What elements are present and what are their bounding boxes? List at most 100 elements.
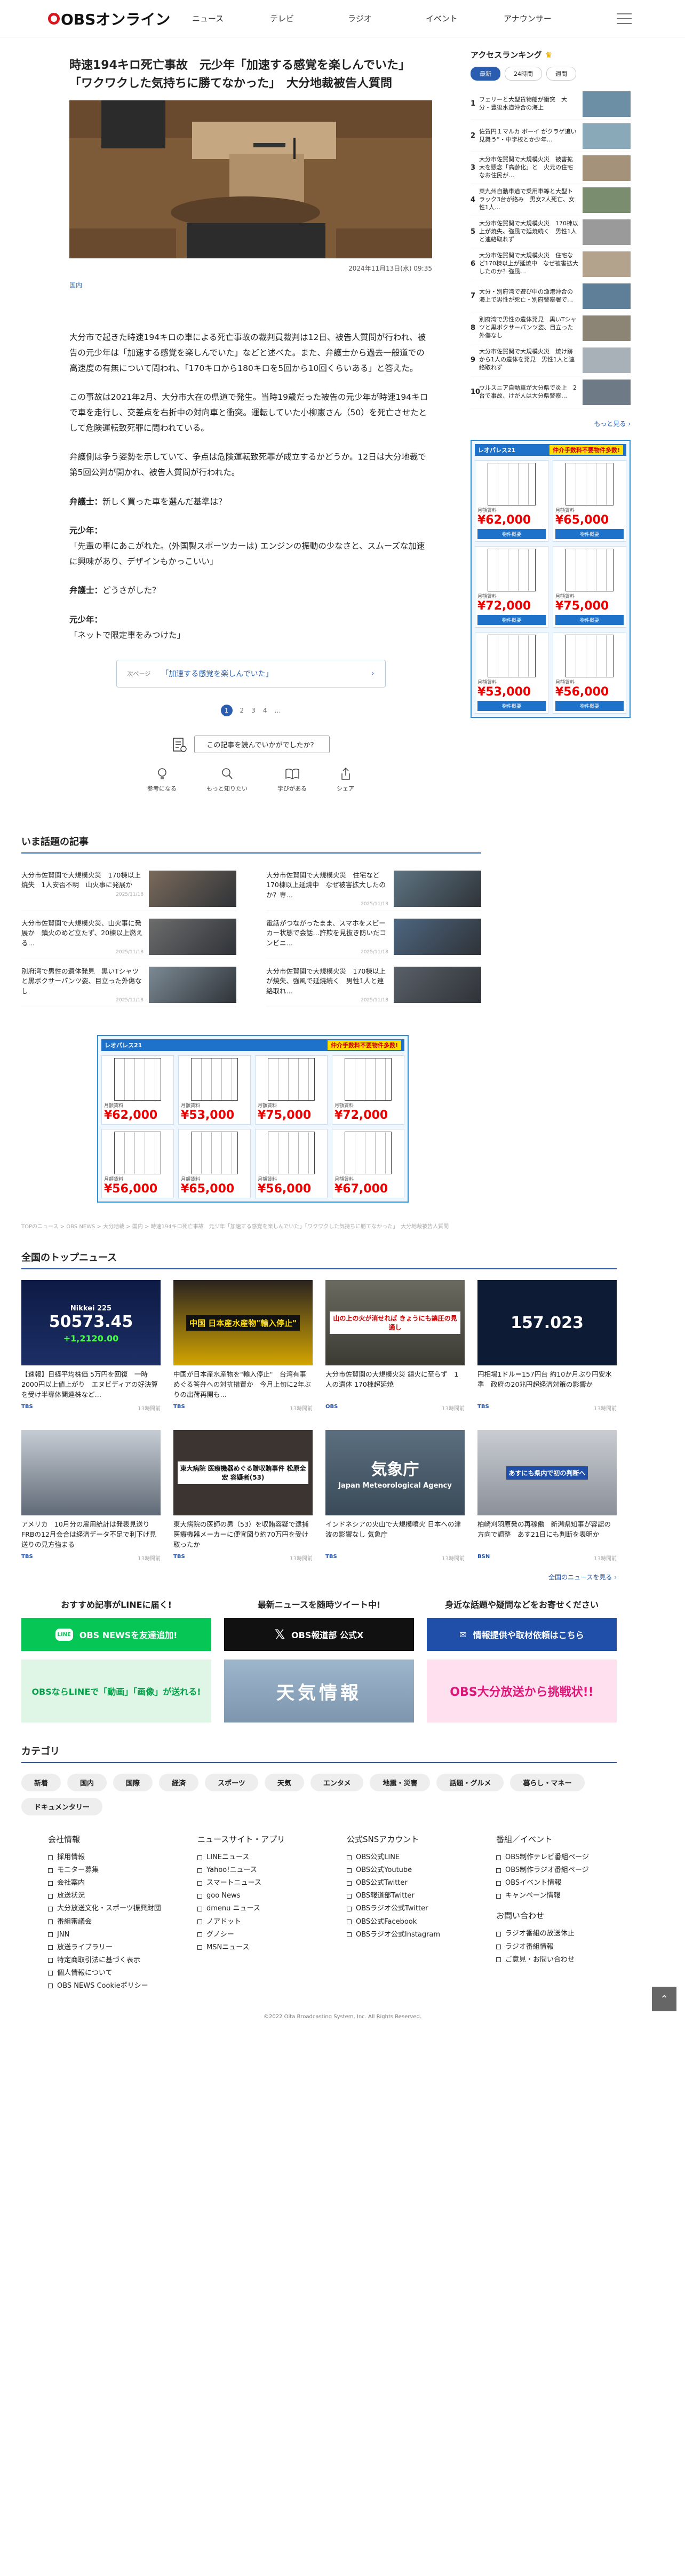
survey-button[interactable]: この記事を読んでいかがでしたか？ — [194, 736, 330, 754]
footer-link[interactable]: ラジオ番組の放送休止 — [496, 1927, 646, 1940]
top-news-card[interactable]: 山の上の火が消せれば きょうにも鎮圧の見通し 大分市佐賀関の大規模火災 鎮火に至ら… — [325, 1280, 465, 1412]
footer-link[interactable]: OBS制作ラジオ番組ページ — [496, 1864, 646, 1877]
category-chip[interactable]: ドキュメンタリー — [21, 1798, 103, 1816]
reaction-helpful[interactable]: 参考になる — [147, 767, 177, 793]
footer-link[interactable]: モニター募集 — [48, 1864, 197, 1877]
footer-link[interactable]: OBSラジオ公式Twitter — [347, 1902, 496, 1915]
footer-link[interactable]: ラジオ番組情報 — [496, 1941, 646, 1954]
footer-link[interactable]: 個人情報について — [48, 1967, 197, 1980]
next-page-link[interactable]: 次ページ 「加速する感覚を楽しんでいた」 › — [116, 660, 386, 688]
hot-topic-item[interactable]: 大分市佐賀関で大規模火災 170棟以上が焼失、強風で延焼続く 男性1人と連絡取れ… — [266, 959, 481, 1008]
category-chip[interactable]: 経済 — [159, 1774, 199, 1792]
footer-link[interactable]: キャンペーン情報 — [496, 1890, 646, 1902]
page-2[interactable]: 2 — [240, 707, 244, 714]
footer-link[interactable]: OBSイベント情報 — [496, 1877, 646, 1890]
category-chip[interactable]: 話題・グルメ — [436, 1774, 504, 1792]
footer-link[interactable]: goo News — [197, 1890, 347, 1902]
category-chip[interactable]: 国内 — [67, 1774, 107, 1792]
ranking-item[interactable]: 2 佐賀円１マルカ ボーイ がクラゲ追い見舞う”・中学校とか少年… — [471, 120, 631, 152]
footer-link[interactable]: ご意見・お問い合わせ — [496, 1954, 646, 1966]
hot-topic-item[interactable]: 大分市佐賀関で大規模火災、山火事に発展か 鎮火のめど立たず、20棟以上燃える… 2… — [21, 911, 236, 960]
top-news-card[interactable]: アメリカ 10月分の雇用統計は発表見送り FRBの12月会合は経済データ不足で利… — [21, 1430, 161, 1562]
page-1[interactable]: 1 — [220, 705, 233, 717]
ranking-item[interactable]: 4 東九州自動車道で乗用車等と大型トラック3台が絡み 男女2人死亡、女性1人… — [471, 184, 631, 216]
ranking-tab-24h[interactable]: 24時間 — [505, 67, 542, 81]
ad-detail-button[interactable]: 物件概要 — [555, 529, 624, 539]
weather-banner[interactable]: 天気情報 — [224, 1660, 414, 1723]
footer-link[interactable]: OBS NEWS Cookieポリシー — [48, 1980, 197, 1993]
footer-link[interactable]: MSNニュース — [197, 1941, 347, 1954]
ad-main[interactable]: レオパレス21 仲介手数料不要物件多数! 月額賃料 ¥62,000 月額賃料 ¥53,0… — [97, 1035, 409, 1203]
top-news-card[interactable]: Nikkei 225 50573.45 +1,2120.00 【速報】日経平均株価 5… — [21, 1280, 161, 1412]
x-follow-button[interactable]: 𝕏 OBS報道部 公式X — [224, 1618, 414, 1652]
hot-topic-item[interactable]: 電話がつながったまま、スマホをスピーカー状態で会話…許欺を見抜き防いだコンビニ…… — [266, 911, 481, 960]
ad-property-card[interactable]: 月額賃料 ¥65,000 — [178, 1129, 251, 1199]
category-chip[interactable]: スポーツ — [205, 1774, 258, 1792]
top-news-card[interactable]: 中国 日本産水産物"輸入停止" 中国が日本産水産物を"輸入停止" 台湾有事めぐる答… — [173, 1280, 313, 1412]
nav-announcer[interactable]: アナウンサー — [504, 13, 582, 24]
top-news-more-link[interactable]: 全国のニュースを見る › — [21, 1573, 617, 1582]
footer-link[interactable]: OBS公式Facebook — [347, 1916, 496, 1929]
reaction-learn[interactable]: 学びがある — [277, 767, 307, 793]
footer-link[interactable]: 採用情報 — [48, 1851, 197, 1864]
ad-property-card[interactable]: 月額賃料 ¥56,000 — [255, 1129, 328, 1199]
ad-detail-button[interactable]: 物件概要 — [477, 529, 546, 539]
ad-property-card[interactable]: 月額賃料 ¥75,000 物件概要 — [553, 546, 626, 628]
ad-property-card[interactable]: 月額賃料 ¥56,000 物件概要 — [553, 632, 626, 714]
ranking-tab-week[interactable]: 週間 — [546, 67, 576, 81]
ad-detail-button[interactable]: 物件概要 — [555, 701, 624, 711]
ad-property-card[interactable]: 月額賃料 ¥65,000 物件概要 — [553, 460, 626, 542]
footer-link[interactable]: JNN — [48, 1929, 197, 1941]
footer-link[interactable]: スマートニュース — [197, 1877, 347, 1890]
ad-property-card[interactable]: 月額賃料 ¥72,000 物件概要 — [475, 546, 548, 628]
category-chip[interactable]: エンタメ — [310, 1774, 364, 1792]
ad-side[interactable]: レオパレス21 仲介手数料不要物件多数! 月額賃料 ¥62,000 物件概要 月額賃料 ¥… — [471, 440, 631, 718]
top-news-card[interactable]: 157.023 円相場1ドル＝157円台 約10か月ぶり円安水準 政府の20兆円超… — [477, 1280, 617, 1412]
ad-detail-button[interactable]: 物件概要 — [477, 615, 546, 625]
top-news-card[interactable]: 気象庁 Japan Meteorological Agency インドネシアの火山で… — [325, 1430, 465, 1562]
ranking-item[interactable]: 1 フェリーと大型貨物船が衝突 大分・豊後水道沖合の海上 — [471, 88, 631, 120]
hot-topic-item[interactable]: 大分市佐賀関で大規模火災 住宅など170棟以上延焼中 なぜ被害拡大したのか？専…… — [266, 863, 481, 912]
ad-detail-button[interactable]: 物件概要 — [477, 701, 546, 711]
footer-link[interactable]: OBS制作テレビ番組ページ — [496, 1851, 646, 1864]
ranking-tab-latest[interactable]: 最新 — [471, 67, 500, 81]
footer-link[interactable]: 会社案内 — [48, 1877, 197, 1890]
challenge-banner[interactable]: OBS大分放送から挑戦状!! — [427, 1660, 617, 1723]
category-chip[interactable]: 暮らし・マネー — [510, 1774, 585, 1792]
footer-link[interactable]: LINEニュース — [197, 1851, 347, 1864]
footer-link[interactable]: 放送状況 — [48, 1890, 197, 1902]
article-category-link[interactable]: 国内 — [69, 280, 82, 289]
nav-tv[interactable]: テレビ — [270, 13, 348, 24]
hot-topic-item[interactable]: 別府湾で男性の遺体発見 黒いTシャツと黒ボクサーパンツ姿、目立った外傷なし 202… — [21, 959, 236, 1008]
menu-hamburger-icon[interactable] — [617, 13, 632, 24]
footer-link[interactable]: 大分放送文化・スポーツ振興財団 — [48, 1902, 197, 1915]
footer-link[interactable]: dmenu ニュース — [197, 1902, 347, 1915]
footer-link[interactable]: 番組審議会 — [48, 1916, 197, 1929]
scroll-top-button[interactable]: ⌃ — [652, 1987, 676, 2011]
footer-link[interactable]: OBS報道部Twitter — [347, 1890, 496, 1902]
ad-property-card[interactable]: 月額賃料 ¥53,000 物件概要 — [475, 632, 548, 714]
ranking-item[interactable]: 7 大分・別府湾で遊び中の漁港沖合の海上で男性が死亡・別府警察署で… — [471, 280, 631, 312]
ad-property-card[interactable]: 月額賃料 ¥62,000 — [101, 1055, 174, 1125]
top-news-card[interactable]: 東大病院 医療機器めぐる贈収賄事件 松原全宏 容疑者(53) 東大病院の医師の男（… — [173, 1430, 313, 1562]
footer-link[interactable]: OBSラジオ公式Instagram — [347, 1929, 496, 1941]
top-news-card[interactable]: あすにも県内で初の判断へ 柏崎刈羽原発の再稼働 新潟県知事が容認の方向で調整 あす… — [477, 1430, 617, 1562]
footer-link[interactable]: 放送ライブラリー — [48, 1941, 197, 1954]
nav-news[interactable]: ニュース — [192, 13, 270, 24]
footer-link[interactable]: OBS公式LINE — [347, 1851, 496, 1864]
ad-property-card[interactable]: 月額賃料 ¥75,000 — [255, 1055, 328, 1125]
ranking-item[interactable]: 3 大分市佐賀関で大規模火災 被害拡大を懸念「高齢化」と 火元の住宅なお住民が… — [471, 152, 631, 184]
page-4[interactable]: 4 — [263, 707, 267, 714]
category-chip[interactable]: 天気 — [264, 1774, 304, 1792]
ad-detail-button[interactable]: 物件概要 — [555, 615, 624, 625]
ad-property-card[interactable]: 月額賃料 ¥67,000 — [332, 1129, 404, 1199]
ranking-item[interactable]: 6 大分市佐賀関で大規模火災 住宅など170棟以上が延焼中 なぜ被害拡大したのか？… — [471, 248, 631, 280]
footer-link[interactable]: OBS公式Youtube — [347, 1864, 496, 1877]
category-chip[interactable]: 新着 — [21, 1774, 61, 1792]
line-add-friend-button[interactable]: LINE OBS NEWSを友達追加! — [21, 1618, 211, 1652]
tip-submit-button[interactable]: ✉ 情報提供や取材依頼はこちら — [427, 1618, 617, 1652]
ad-property-card[interactable]: 月額賃料 ¥72,000 — [332, 1055, 404, 1125]
ranking-more-link[interactable]: もっと見る › — [471, 419, 631, 428]
ad-property-card[interactable]: 月額賃料 ¥56,000 — [101, 1129, 174, 1199]
footer-link[interactable]: OBS公式Twitter — [347, 1877, 496, 1890]
